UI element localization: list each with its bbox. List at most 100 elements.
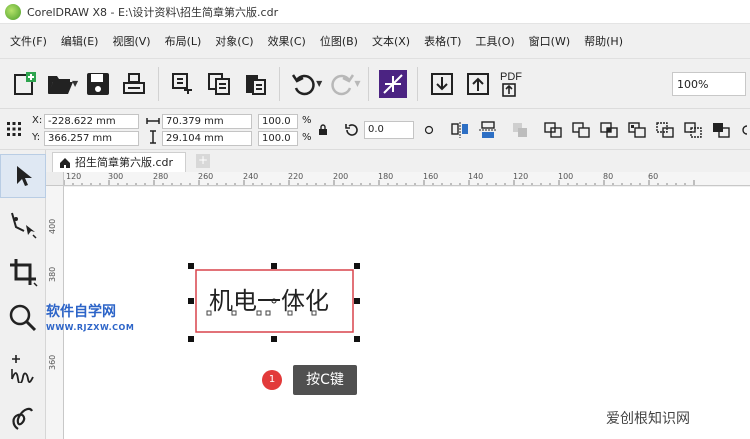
menu-window[interactable]: 窗口(W) bbox=[529, 33, 570, 49]
menu-table[interactable]: 表格(T) bbox=[424, 33, 461, 49]
zoom-tool[interactable] bbox=[0, 296, 46, 340]
y-position-field[interactable]: 366.257 mm bbox=[44, 131, 139, 146]
instruction-tooltip: 按C键 bbox=[293, 365, 357, 395]
home-icon bbox=[60, 158, 70, 168]
toolbar-separator bbox=[417, 66, 419, 101]
trim-icon[interactable] bbox=[572, 122, 590, 138]
height-icon bbox=[150, 130, 156, 144]
print-button[interactable] bbox=[116, 64, 152, 104]
scale-y-percent: % bbox=[302, 132, 312, 143]
paste-button[interactable] bbox=[237, 64, 273, 104]
menu-edit[interactable]: 编辑(E) bbox=[61, 33, 99, 49]
crop-icon bbox=[10, 259, 38, 287]
title-bar: CorelDRAW X8 - E:\设计资料\招生简章第六版.cdr bbox=[0, 0, 750, 24]
standard-toolbar: ▼ ▼ ▼ PDF 100% bbox=[0, 58, 750, 108]
crop-tool[interactable] bbox=[0, 250, 46, 294]
menu-text[interactable]: 文本(X) bbox=[372, 33, 410, 49]
undo-button[interactable] bbox=[286, 64, 322, 104]
mirror-vertical-icon[interactable] bbox=[478, 121, 498, 139]
selected-text-object[interactable]: 机电一体化 bbox=[180, 258, 370, 350]
zoom-level-value: 100% bbox=[677, 77, 709, 91]
menu-help[interactable]: 帮助(H) bbox=[584, 33, 623, 49]
redo-button[interactable] bbox=[324, 64, 360, 104]
new-document-icon bbox=[14, 71, 36, 95]
drawing-canvas[interactable] bbox=[64, 187, 750, 439]
artistic-media-icon bbox=[12, 407, 33, 430]
intersect-icon[interactable] bbox=[600, 122, 618, 138]
redo-icon bbox=[331, 73, 355, 95]
shape-tool[interactable] bbox=[0, 202, 46, 246]
scale-x-field[interactable]: 100.0 bbox=[258, 114, 298, 129]
property-bar: X: -228.622 mm Y: 366.257 mm 70.379 mm 2… bbox=[0, 108, 750, 150]
cut-button[interactable] bbox=[165, 64, 201, 104]
menu-bitmaps[interactable]: 位图(B) bbox=[320, 33, 358, 49]
toolbar-separator bbox=[368, 66, 370, 101]
zoom-level-field[interactable]: 100% bbox=[672, 72, 746, 96]
pointer-icon bbox=[17, 166, 32, 186]
menu-layout[interactable]: 布局(L) bbox=[165, 33, 202, 49]
create-boundary-icon[interactable] bbox=[712, 122, 730, 138]
menu-object[interactable]: 对象(C) bbox=[215, 33, 253, 49]
mirror-horizontal-icon[interactable] bbox=[450, 121, 470, 139]
scale-x-percent: % bbox=[302, 115, 312, 126]
export-icon bbox=[467, 72, 490, 95]
width-field[interactable]: 70.379 mm bbox=[162, 114, 252, 129]
folder-open-icon bbox=[48, 75, 73, 94]
step-badge: 1 bbox=[262, 370, 282, 390]
more-icon[interactable] bbox=[740, 122, 748, 138]
scale-y-field[interactable]: 100.0 bbox=[258, 131, 298, 146]
add-tab-button[interactable]: + bbox=[196, 154, 210, 168]
search-content-button[interactable] bbox=[375, 64, 411, 104]
simplify-icon[interactable] bbox=[628, 122, 646, 138]
undo-icon bbox=[292, 73, 315, 95]
y-label: Y: bbox=[32, 132, 41, 143]
svg-text:PDF: PDF bbox=[500, 71, 522, 83]
save-icon bbox=[87, 72, 110, 95]
document-tab-label: 招生简章第六版.cdr bbox=[75, 156, 174, 169]
pdf-icon: PDF bbox=[500, 71, 523, 97]
search-content-icon bbox=[379, 69, 408, 98]
degree-icon bbox=[424, 125, 434, 135]
publish-pdf-button[interactable]: PDF bbox=[496, 64, 532, 104]
height-field[interactable]: 29.104 mm bbox=[162, 131, 252, 146]
x-label: X: bbox=[32, 115, 43, 126]
watermark-url: WWW.RJZXW.COM bbox=[46, 323, 135, 332]
ruler-tick: 360 bbox=[48, 354, 57, 370]
menu-view[interactable]: 视图(V) bbox=[112, 33, 150, 49]
print-icon bbox=[123, 72, 146, 94]
reference-point-icon[interactable] bbox=[6, 121, 22, 137]
artistic-media-tool[interactable] bbox=[0, 394, 46, 438]
ruler-origin[interactable] bbox=[46, 172, 64, 186]
save-button[interactable] bbox=[80, 64, 116, 104]
menu-bar: 文件(F) 编辑(E) 视图(V) 布局(L) 对象(C) 效果(C) 位图(B… bbox=[0, 24, 750, 58]
watermark-logo: 软件自学网 WWW.RJZXW.COM bbox=[46, 304, 134, 336]
ruler-tick: 380 bbox=[48, 266, 57, 282]
x-position-field[interactable]: -228.622 mm bbox=[44, 114, 139, 129]
menu-effects[interactable]: 效果(C) bbox=[268, 33, 306, 49]
window-title: CorelDRAW X8 - E:\设计资料\招生简章第六版.cdr bbox=[27, 5, 279, 19]
copy-icon bbox=[208, 72, 231, 95]
horizontal-ruler[interactable]: 120 300 280 260 240 220 200 180 160 140 … bbox=[64, 172, 750, 186]
menu-file[interactable]: 文件(F) bbox=[10, 33, 47, 49]
front-minus-back-icon[interactable] bbox=[656, 122, 674, 138]
toolbar-separator bbox=[279, 66, 281, 101]
import-icon bbox=[431, 72, 454, 95]
lock-ratio-icon[interactable] bbox=[318, 124, 328, 136]
menu-tools[interactable]: 工具(O) bbox=[475, 33, 514, 49]
back-minus-front-icon[interactable] bbox=[684, 122, 702, 138]
copy-button[interactable] bbox=[201, 64, 237, 104]
paste-icon bbox=[246, 74, 267, 95]
open-button[interactable] bbox=[42, 64, 78, 104]
rotation-icon bbox=[345, 124, 358, 136]
ruler-ticks-h bbox=[64, 180, 695, 185]
document-tab[interactable]: 招生简章第六版.cdr bbox=[52, 152, 187, 172]
group-icon[interactable] bbox=[512, 122, 528, 138]
weld-icon[interactable] bbox=[544, 122, 562, 138]
pick-tool[interactable] bbox=[0, 154, 46, 198]
import-button[interactable] bbox=[424, 64, 460, 104]
freehand-tool[interactable] bbox=[0, 346, 46, 390]
export-button[interactable] bbox=[460, 64, 496, 104]
new-document-button[interactable] bbox=[6, 64, 42, 104]
watermark-title: 软件自学网 bbox=[46, 304, 116, 320]
rotation-angle-field[interactable]: 0.0 bbox=[364, 121, 414, 139]
